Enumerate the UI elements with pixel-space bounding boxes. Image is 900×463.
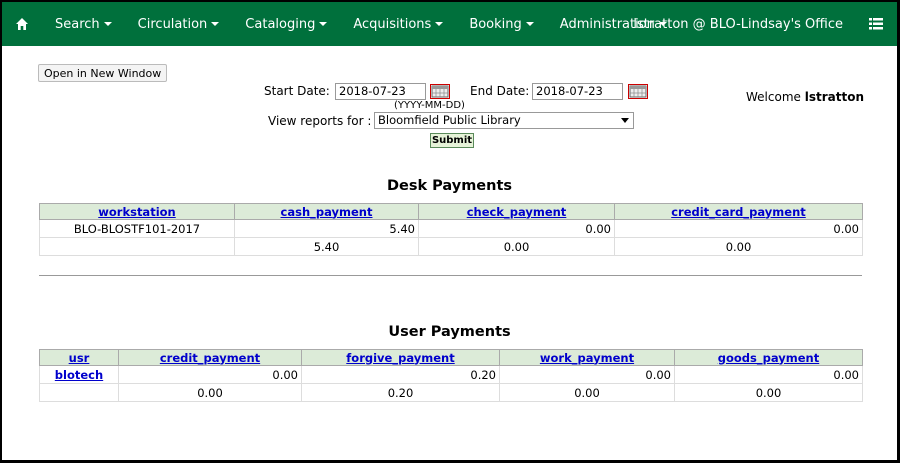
library-select[interactable]: Bloomfield Public Library [374, 112, 634, 129]
menu-search[interactable]: Search [42, 2, 125, 46]
app-frame: Search Circulation Cataloging Acquisitio… [2, 2, 897, 460]
col-goods-payment[interactable]: goods_payment [674, 349, 863, 366]
caret-down-icon [525, 22, 534, 26]
date-format-hint: (YYYY-MM-DD) [394, 100, 465, 111]
open-new-window-button[interactable]: Open in New Window [38, 64, 168, 82]
col-forgive-payment[interactable]: forgive_payment [301, 349, 500, 366]
calendar-icon [629, 85, 647, 98]
caret-down-icon [435, 22, 444, 26]
welcome-username: lstratton [804, 90, 864, 104]
welcome-message: Welcome lstratton [746, 90, 864, 104]
cell-total-label [39, 383, 119, 402]
caret-down-icon [211, 22, 220, 26]
table-header-row: usr credit_payment forgive_payment work_… [39, 349, 863, 366]
cell-forgive: 0.20 [301, 365, 500, 384]
cell-total-label [39, 237, 235, 256]
desk-payments-table: workstation cash_payment check_payment c… [39, 203, 863, 256]
end-date-input[interactable]: 2018-07-23 [532, 83, 623, 100]
cell-usr: blotech [39, 365, 119, 384]
cell-total-credit: 0.00 [118, 383, 302, 402]
user-menu[interactable]: lstratton @ BLO-Lindsay's Office [633, 2, 843, 46]
table-row: BLO-BLOSTF101-2017 5.40 0.00 0.00 [39, 219, 863, 238]
menu-acquisitions[interactable]: Acquisitions [340, 2, 456, 46]
start-calendar-button[interactable] [430, 84, 450, 99]
cell-total-credit-card: 0.00 [614, 237, 863, 256]
cell-check: 0.00 [418, 219, 615, 238]
home-button[interactable] [2, 2, 42, 46]
top-navbar: Search Circulation Cataloging Acquisitio… [2, 2, 897, 46]
cell-total-check: 0.00 [418, 237, 615, 256]
user-payments-table: usr credit_payment forgive_payment work_… [39, 349, 863, 402]
col-usr[interactable]: usr [39, 349, 119, 366]
user-payments-title: User Payments [388, 324, 511, 340]
totals-row: 0.00 0.20 0.00 0.00 [39, 383, 863, 402]
cell-total-cash: 5.40 [234, 237, 419, 256]
submit-button[interactable]: Submit [430, 133, 474, 148]
cell-credit-card: 0.00 [614, 219, 863, 238]
col-credit-payment[interactable]: credit_payment [118, 349, 302, 366]
cell-total-work: 0.00 [499, 383, 675, 402]
cell-cash: 5.40 [234, 219, 419, 238]
cell-goods: 0.00 [674, 365, 863, 384]
home-icon [16, 18, 28, 30]
start-date-input[interactable]: 2018-07-23 [335, 83, 426, 100]
table-header-row: workstation cash_payment check_payment c… [39, 203, 863, 220]
col-work-payment[interactable]: work_payment [499, 349, 675, 366]
end-calendar-button[interactable] [628, 84, 648, 99]
menu-cataloging[interactable]: Cataloging [232, 2, 340, 46]
cell-total-forgive: 0.20 [301, 383, 500, 402]
user-link[interactable]: blotech [55, 368, 103, 382]
caret-down-icon [319, 22, 328, 26]
section-divider [39, 275, 862, 276]
desk-payments-title: Desk Payments [386, 178, 513, 194]
table-row: blotech 0.00 0.20 0.00 0.00 [39, 365, 863, 384]
col-credit-card-payment[interactable]: credit_card_payment [614, 203, 863, 220]
list-menu-button[interactable] [869, 2, 883, 46]
list-icon [869, 18, 883, 30]
col-workstation[interactable]: workstation [39, 203, 235, 220]
col-check-payment[interactable]: check_payment [418, 203, 615, 220]
calendar-icon [431, 85, 449, 98]
col-cash-payment[interactable]: cash_payment [234, 203, 419, 220]
cell-total-goods: 0.00 [674, 383, 863, 402]
start-date-label: Start Date: [264, 84, 330, 98]
end-date-label: End Date: [470, 84, 530, 98]
cell-work: 0.00 [499, 365, 675, 384]
view-reports-label: View reports for : [268, 114, 372, 128]
cell-workstation: BLO-BLOSTF101-2017 [39, 219, 235, 238]
totals-row: 5.40 0.00 0.00 [39, 237, 863, 256]
menu-booking[interactable]: Booking [456, 2, 546, 46]
cell-credit: 0.00 [118, 365, 302, 384]
select-arrow-icon [621, 118, 629, 123]
caret-down-icon [103, 22, 112, 26]
menu-circulation[interactable]: Circulation [125, 2, 233, 46]
